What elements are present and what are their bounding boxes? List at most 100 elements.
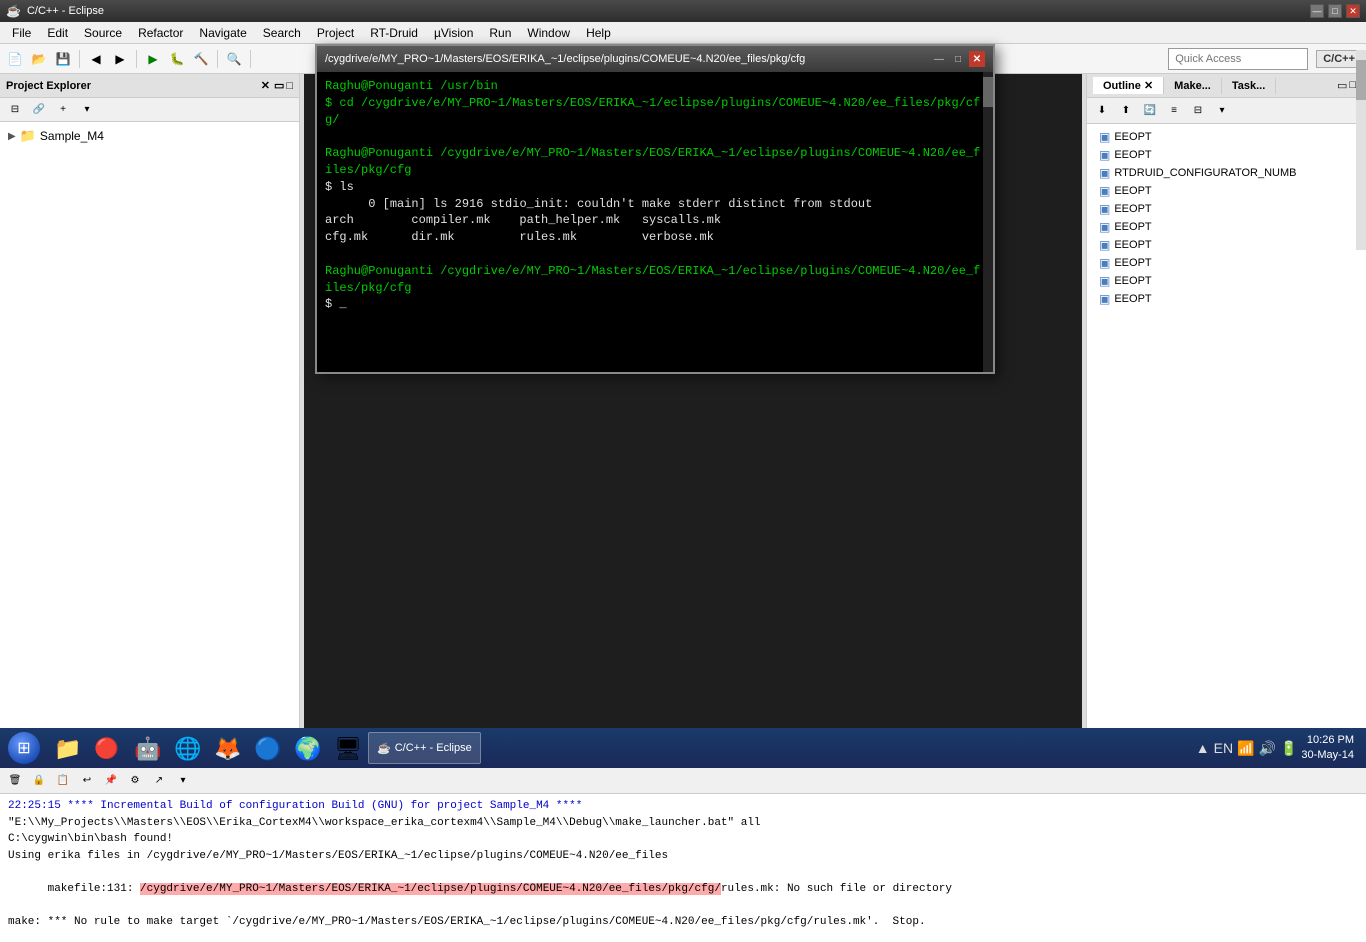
outline-item-7[interactable]: ▣ EEOPT — [1095, 254, 1358, 272]
forward-button[interactable]: ▶ — [109, 48, 131, 70]
terminal-minimize-btn[interactable]: — — [931, 51, 947, 67]
menu-search[interactable]: Search — [255, 24, 309, 42]
taskbar-icon-red[interactable]: 🔴 — [88, 730, 124, 766]
outline-icon-7: ▣ — [1099, 256, 1110, 270]
outline-up-btn[interactable]: ⬆ — [1115, 100, 1137, 122]
menu-refactor[interactable]: Refactor — [130, 24, 191, 42]
menu-help[interactable]: Help — [578, 24, 619, 42]
outline-item-3[interactable]: ▣ EEOPT — [1095, 182, 1358, 200]
quick-access-input[interactable] — [1168, 48, 1308, 70]
terminal-maximize-btn[interactable]: □ — [950, 51, 966, 67]
outline-item-9[interactable]: ▣ EEOPT — [1095, 290, 1358, 308]
menu-run[interactable]: Run — [481, 24, 519, 42]
console-pin-btn[interactable]: 📌 — [100, 770, 122, 792]
tray-network-icon[interactable]: 📶 — [1237, 740, 1254, 757]
taskbar-icon-android[interactable]: 🤖 — [128, 730, 164, 766]
taskbar-icon-files[interactable]: 📁 — [48, 730, 84, 766]
start-button[interactable]: ⊞ — [4, 730, 44, 766]
outline-sort-btn[interactable]: ⬇ — [1091, 100, 1113, 122]
console-line-4: makefile:131: /cygdrive/e/MY_PRO~1/Maste… — [8, 864, 1358, 914]
outline-icon-5: ▣ — [1099, 220, 1110, 234]
build-button[interactable]: 🔨 — [190, 48, 212, 70]
menu-navigate[interactable]: Navigate — [191, 24, 254, 42]
console-clear-btn[interactable]: 🗑 — [4, 770, 26, 792]
back-button[interactable]: ◀ — [85, 48, 107, 70]
taskbar-icon-monitor[interactable]: 🖥 — [328, 730, 364, 766]
taskbar: ⊞ 📁 🔴 🤖 🌐 🦊 🔵 🌍 🖥 ☕ C/C++ - Eclipse ▲ EN… — [0, 728, 1366, 768]
collapse-all-button[interactable]: ⊟ — [4, 99, 26, 121]
menu-uvision[interactable]: µVision — [426, 24, 481, 42]
term-line-5: 0 [main] ls 2916 stdio_init: couldn't ma… — [325, 196, 985, 213]
menu-project[interactable]: Project — [309, 24, 362, 42]
taskbar-icon-globe2[interactable]: 🌍 — [288, 730, 324, 766]
terminal-scrollbar[interactable] — [983, 72, 993, 372]
close-button[interactable]: ✕ — [1346, 4, 1360, 18]
console-menu-btn[interactable]: ▾ — [172, 770, 194, 792]
outline-item-4[interactable]: ▣ EEOPT — [1095, 200, 1358, 218]
tray-expand-icon[interactable]: ▲ — [1196, 740, 1210, 756]
menu-bar: File Edit Source Refactor Navigate Searc… — [0, 22, 1366, 44]
right-scrollbar[interactable] — [1356, 50, 1366, 250]
clock[interactable]: 10:26 PM 30-May-14 — [1301, 733, 1354, 764]
link-editor-button[interactable]: 🔗 — [28, 99, 50, 121]
search-toolbar-button[interactable]: 🔍 — [223, 48, 245, 70]
tree-item-sample-m4[interactable]: ▶ 📁 Sample_M4 — [0, 126, 299, 146]
outline-label-9: EEOPT — [1114, 293, 1151, 305]
menu-window[interactable]: Window — [519, 24, 578, 42]
run-button[interactable]: ▶ — [142, 48, 164, 70]
taskbar-icon-globe-purple[interactable]: 🌐 — [168, 730, 204, 766]
terminal-close-btn[interactable]: ✕ — [969, 51, 985, 67]
minimize-button[interactable]: — — [1310, 4, 1324, 18]
menu-rtdruid[interactable]: RT-Druid — [362, 24, 426, 42]
project-explorer-close-icon[interactable]: ✕ — [261, 79, 270, 92]
outline-item-0[interactable]: ▣ EEOPT — [1095, 128, 1358, 146]
menu-source[interactable]: Source — [76, 24, 130, 42]
tab-make[interactable]: Make... — [1164, 78, 1222, 94]
tab-outline[interactable]: Outline ✕ — [1093, 77, 1164, 94]
open-button[interactable]: 📂 — [28, 48, 50, 70]
files-icon: 📁 — [54, 736, 78, 760]
taskbar-icon-firefox[interactable]: 🦊 — [208, 730, 244, 766]
menu-edit[interactable]: Edit — [39, 24, 76, 42]
panel-min-icon[interactable]: ▭ — [1337, 79, 1347, 92]
console-scroll-lock-btn[interactable]: 🔒 — [28, 770, 50, 792]
terminal-content[interactable]: Raghu@Ponuganti /usr/bin $ cd /cygdrive/… — [317, 72, 993, 372]
outline-item-2[interactable]: ▣ RTDRUID_CONFIGURATOR_NUMB — [1095, 164, 1358, 182]
outline-item-6[interactable]: ▣ EEOPT — [1095, 236, 1358, 254]
term-line-4: $ ls — [325, 179, 985, 196]
outline-hide-btn[interactable]: ≡ — [1163, 100, 1185, 122]
outline-item-5[interactable]: ▣ EEOPT — [1095, 218, 1358, 236]
maximize-button[interactable]: □ — [1328, 4, 1342, 18]
outline-collapse-btn[interactable]: ⊟ — [1187, 100, 1209, 122]
debug-button[interactable]: 🐛 — [166, 48, 188, 70]
tray-battery-icon[interactable]: 🔋 — [1280, 740, 1297, 757]
taskbar-active-app[interactable]: ☕ C/C++ - Eclipse — [368, 732, 481, 764]
taskbar-icon-chrome[interactable]: 🔵 — [248, 730, 284, 766]
save-button[interactable]: 💾 — [52, 48, 74, 70]
menu-file[interactable]: File — [4, 24, 39, 42]
console-settings-btn[interactable]: ⚙ — [124, 770, 146, 792]
tray-language-icon[interactable]: EN — [1214, 740, 1233, 756]
clock-time: 10:26 PM — [1301, 733, 1354, 748]
outline-icon-1: ▣ — [1099, 148, 1110, 162]
tab-tasks[interactable]: Task... — [1222, 78, 1276, 94]
maximize-panel-icon[interactable]: □ — [286, 80, 293, 92]
outline-sync-btn[interactable]: 🔄 — [1139, 100, 1161, 122]
panel-menu-button[interactable]: ▾ — [76, 99, 98, 121]
outline-item-8[interactable]: ▣ EEOPT — [1095, 272, 1358, 290]
console-open-btn[interactable]: ↗ — [148, 770, 170, 792]
console-toolbar: 🗑 🔒 📋 ↩ 📌 ⚙ ↗ ▾ — [0, 768, 1366, 794]
new-button[interactable]: 📄 — [4, 48, 26, 70]
outline-item-1[interactable]: ▣ EEOPT — [1095, 146, 1358, 164]
tray-volume-icon[interactable]: 🔊 — [1259, 740, 1276, 757]
console-line-1: "E:\\My_Projects\\Masters\\EOS\\Erika_Co… — [8, 815, 1358, 832]
new-project-button[interactable]: + — [52, 99, 74, 121]
outline-filter-btn[interactable]: ▾ — [1211, 100, 1233, 122]
tasks-tab-label: Task... — [1232, 80, 1265, 92]
console-word-wrap-btn[interactable]: ↩ — [76, 770, 98, 792]
minimize-panel-icon[interactable]: ▭ — [274, 79, 284, 92]
panel-max-icon[interactable]: □ — [1349, 79, 1356, 92]
console-copy-btn[interactable]: 📋 — [52, 770, 74, 792]
project-icon: 📁 — [20, 128, 36, 144]
outline-label-6: EEOPT — [1114, 239, 1151, 251]
